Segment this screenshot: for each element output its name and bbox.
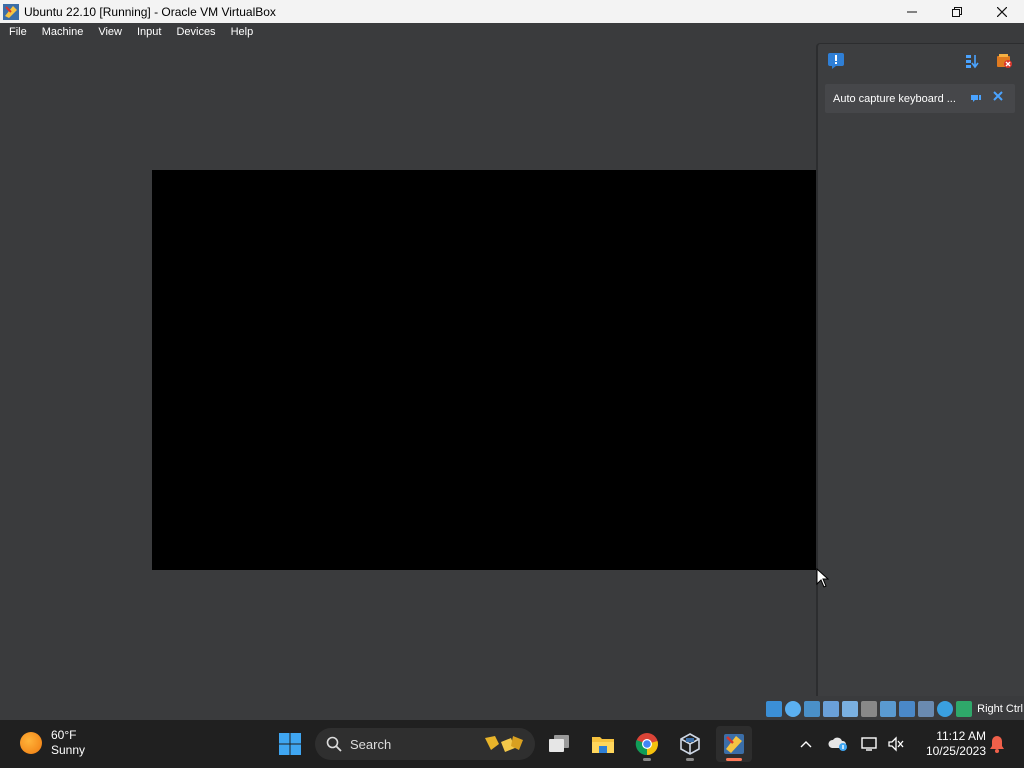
notification-text: Auto capture keyboard ... [833,92,956,105]
virtualbox-icon [3,3,19,20]
bell-icon [990,736,1004,753]
vm-window-button[interactable] [716,726,752,762]
close-icon [996,6,1007,17]
start-button[interactable] [272,726,308,762]
virtualbox-manager-icon [680,733,700,755]
host-key-icon[interactable] [956,701,973,717]
menu-machine[interactable]: Machine [33,23,90,42]
close-button[interactable] [979,0,1024,23]
sort-icon [966,55,979,69]
network-icon [828,737,847,751]
show-hidden-icons-button[interactable] [794,728,818,760]
task-view-button[interactable] [541,726,577,762]
pin-icon[interactable] [970,92,982,104]
chevron-up-icon [800,741,812,748]
mouse-integration-icon[interactable] [937,701,954,717]
minimize-icon [906,11,917,12]
display-settings-icon[interactable] [880,701,897,717]
menu-input[interactable]: Input [128,23,167,42]
notifications-button[interactable] [986,728,1008,760]
window-titlebar: Ubuntu 22.10 [Running] - Oracle VM Virtu… [0,0,1024,23]
shared-folders-icon[interactable] [861,701,878,717]
chrome-button[interactable] [629,726,665,762]
menu-file[interactable]: File [0,23,33,42]
host-key-label: Right Ctrl [977,703,1023,715]
virtualbox-icon [724,734,744,754]
weather-widget[interactable]: 60°F Sunny [20,728,85,758]
virtualbox-running-indicator [686,758,694,761]
notification-close-button[interactable] [991,90,1005,104]
volume-muted-icon [888,736,904,752]
file-explorer-button[interactable] [585,726,621,762]
usb-icon[interactable] [842,701,859,717]
menu-devices[interactable]: Devices [167,23,221,42]
network-adapter-icon[interactable] [823,701,840,717]
vm-display[interactable] [152,170,817,570]
chrome-icon [635,733,658,756]
menu-bar: File Machine View Input Devices Help [0,23,1024,42]
vm-status-bar: Right Ctrl [766,698,1024,720]
taskbar-clock[interactable]: 11:12 AM 10/25/2023 [914,729,986,759]
window-title: Ubuntu 22.10 [Running] - Oracle VM Virtu… [24,4,276,19]
task-view-icon [549,735,569,752]
notification-toolbar [818,44,1024,76]
taskbar-search[interactable]: Search [315,728,535,760]
clock-time: 11:12 AM [936,729,986,743]
display-tray-button[interactable] [858,728,882,760]
onedrive-tray-button[interactable] [826,728,850,760]
taskbar: 60°F Sunny Search 11:12 AM 10/25/2023 [0,720,1024,768]
clear-all-button[interactable] [994,51,1014,71]
notification-icon [828,53,844,69]
search-label: Search [350,736,392,752]
chrome-running-indicator [643,758,651,761]
minimize-button[interactable] [889,0,934,23]
notification-center-button[interactable] [826,51,846,71]
vt-x-icon[interactable] [918,701,935,717]
menu-view[interactable]: View [89,23,128,42]
mouse-cursor-icon [816,568,830,588]
weather-desc: Sunny [51,743,86,757]
close-icon [993,91,1003,101]
hard-disk-icon[interactable] [766,701,783,717]
weather-temp: 60°F [51,728,77,742]
recording-icon[interactable] [899,701,916,717]
menu-help[interactable]: Help [222,23,260,42]
restore-button[interactable] [934,0,979,23]
sun-icon [20,732,42,754]
clock-date: 10/25/2023 [925,744,986,758]
window-controls [889,0,1024,23]
vm-window-active-indicator [726,758,742,761]
restore-icon [951,6,962,17]
file-explorer-icon [592,737,614,753]
notification-item[interactable]: Auto capture keyboard ... [825,84,1015,113]
clear-all-icon [997,54,1012,68]
sort-button[interactable] [962,51,982,71]
virtualbox-manager-button[interactable] [672,726,708,762]
optical-drive-icon[interactable] [785,701,802,717]
volume-tray-button[interactable] [884,728,908,760]
notification-center: Auto capture keyboard ... [816,43,1024,696]
display-icon [861,737,877,751]
windows-start-icon [279,733,301,755]
search-icon [326,736,342,752]
search-highlight-icon [485,736,523,752]
audio-icon[interactable] [804,701,821,717]
